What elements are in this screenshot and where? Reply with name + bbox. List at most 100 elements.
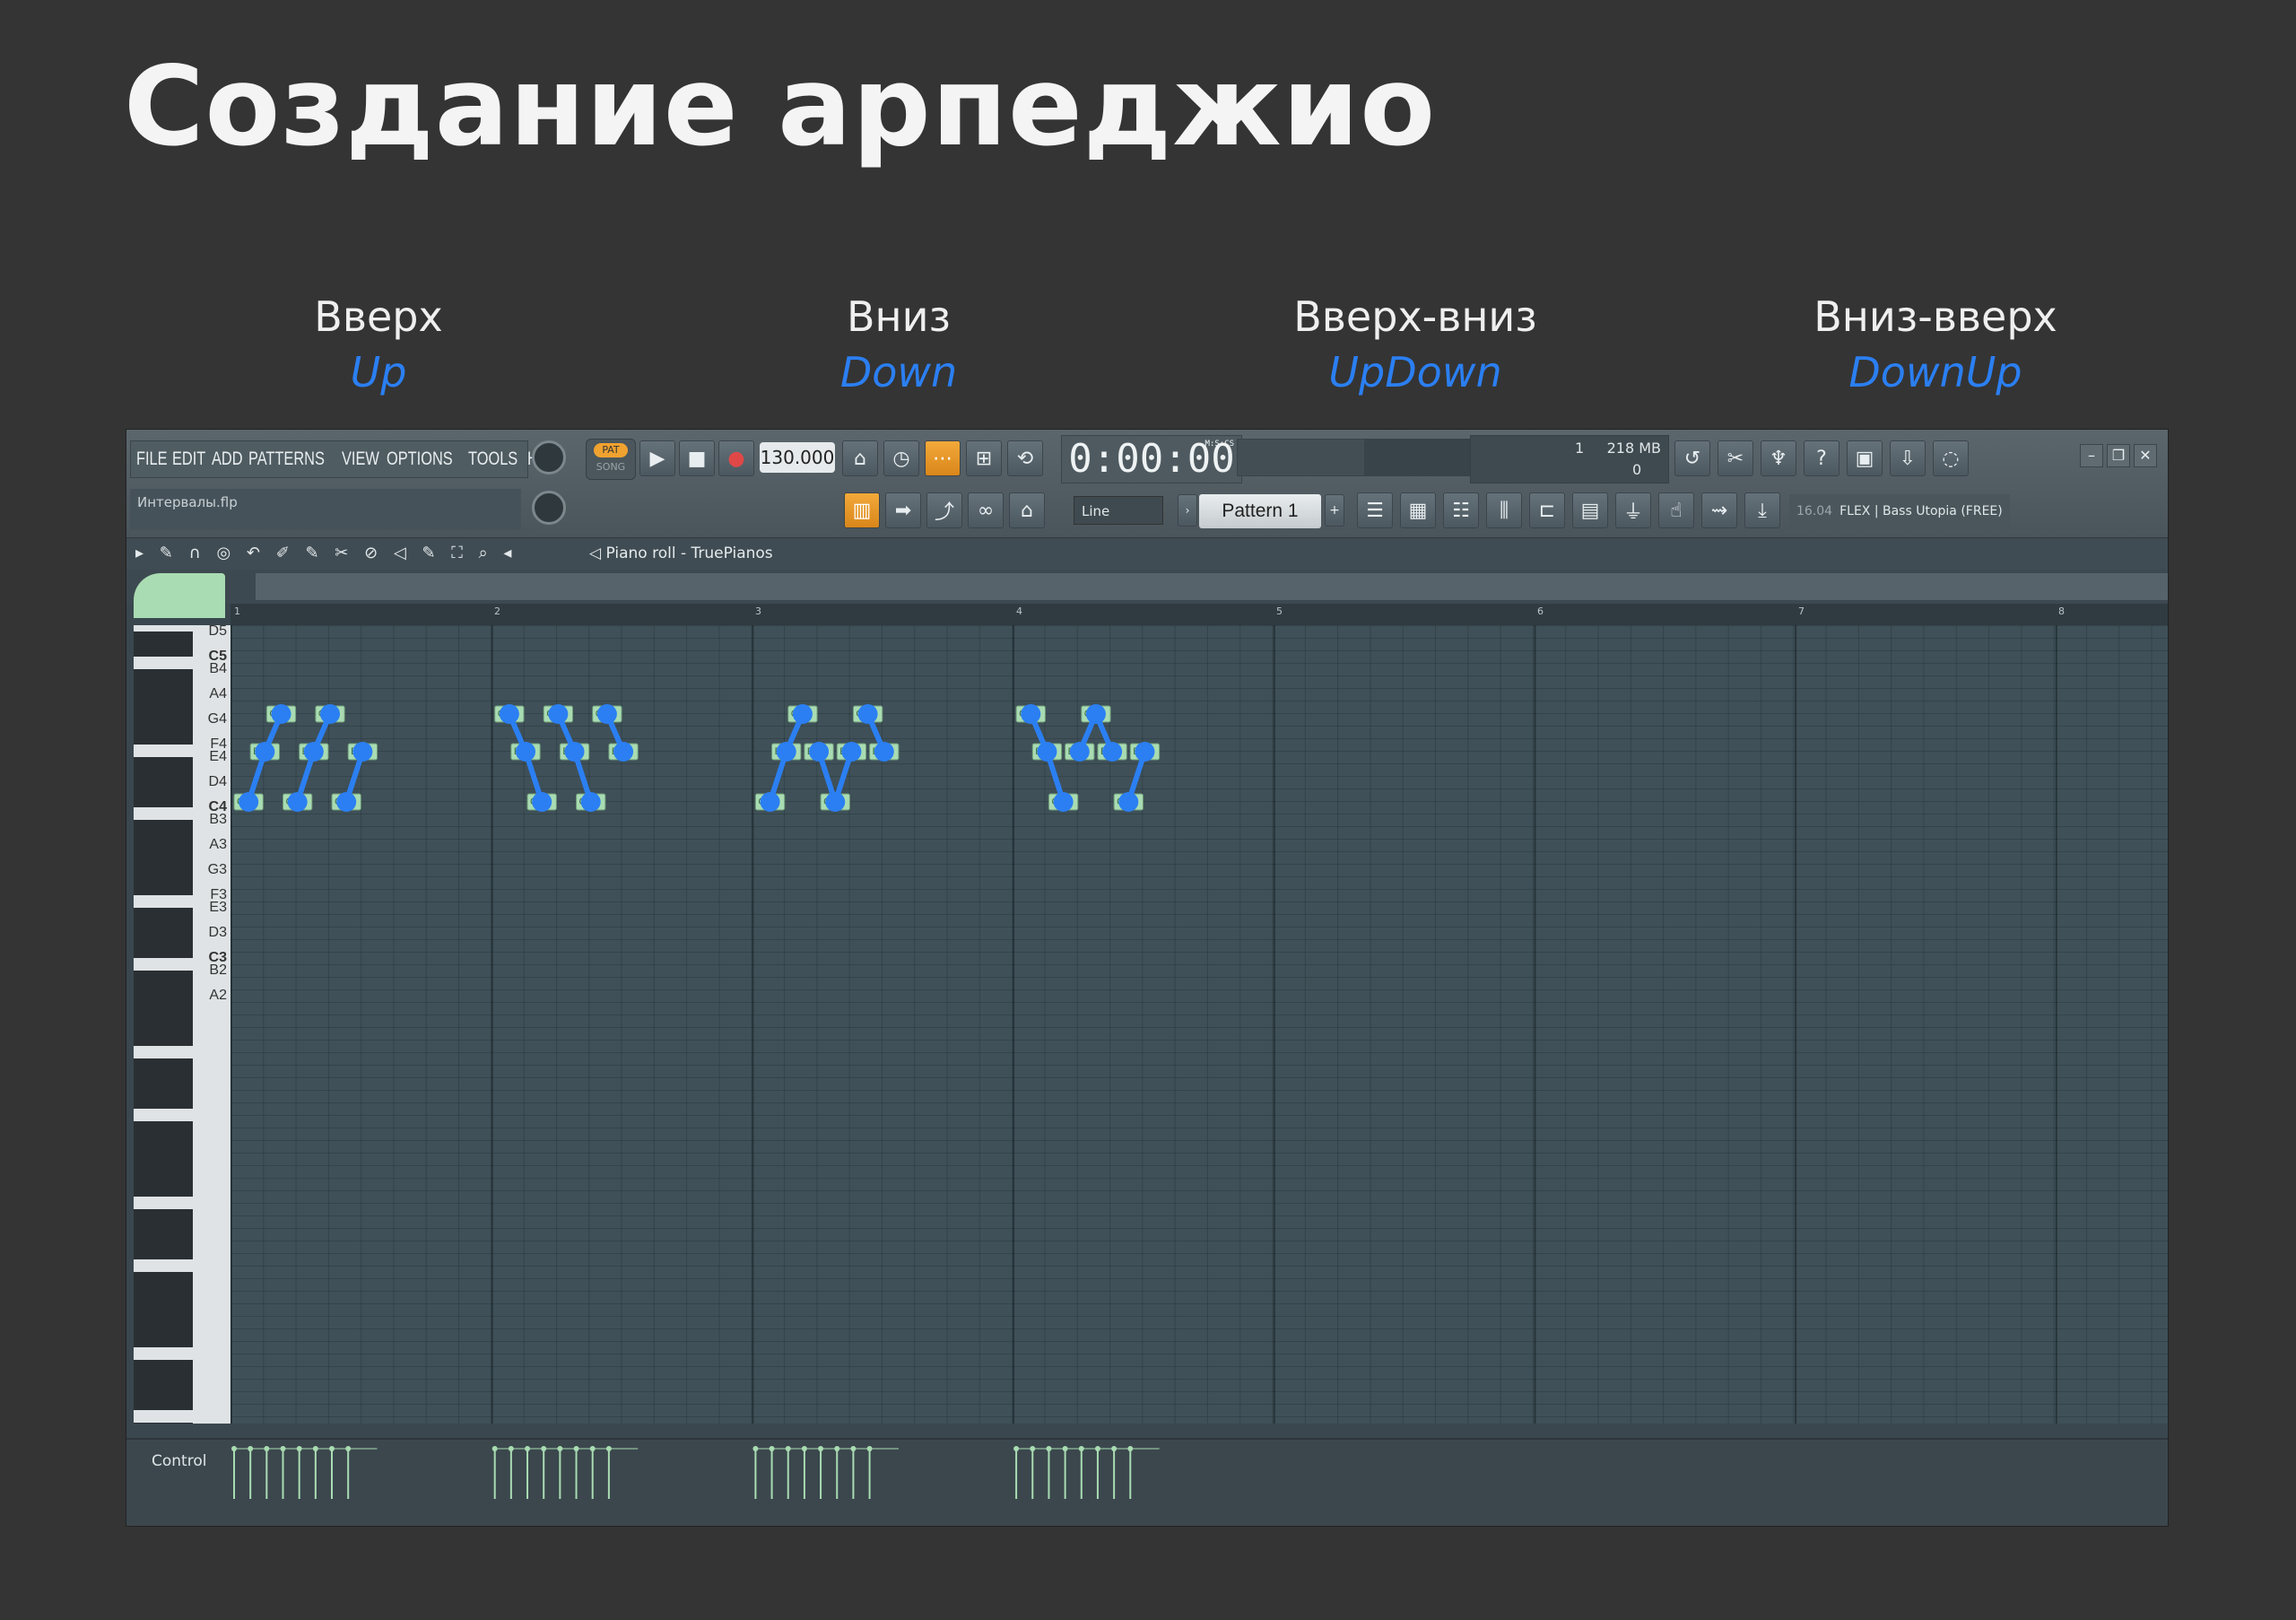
- black-key[interactable]: [134, 1021, 193, 1046]
- black-key[interactable]: [134, 971, 193, 996]
- playlist-button[interactable]: ☰: [1357, 492, 1393, 528]
- bar-number: 2: [494, 605, 500, 617]
- piano-keyboard[interactable]: D5 C5 B4 A4 G4 F4 E4 D4 C4 B3 A3 G3 F3 E3 D3 C3 B2 A2: [134, 625, 230, 1424]
- pattern-label-updown: Вверх-вниз UpDown: [1191, 289, 1639, 400]
- browser-icon: ⊏: [1538, 499, 1556, 522]
- plus-icon: +: [1329, 503, 1340, 518]
- black-key[interactable]: [134, 870, 193, 895]
- menu-view[interactable]: VIEW: [342, 449, 379, 470]
- undo-history-button[interactable]: ↺: [1674, 440, 1710, 476]
- black-key[interactable]: [134, 996, 193, 1021]
- piano-roll-title-text: Piano roll - TruePianos: [605, 544, 773, 562]
- black-key[interactable]: [134, 1084, 193, 1109]
- black-key[interactable]: [134, 631, 193, 657]
- black-key[interactable]: [134, 1385, 193, 1410]
- audio-input-button[interactable]: ♆: [1761, 440, 1796, 476]
- browser-button[interactable]: ⊏: [1529, 492, 1565, 528]
- black-key[interactable]: [134, 845, 193, 870]
- black-key[interactable]: [134, 908, 193, 933]
- menu-add[interactable]: ADD: [212, 449, 243, 470]
- black-key[interactable]: [134, 694, 193, 719]
- record-button[interactable]: ●: [718, 440, 754, 476]
- link-icon: ∞: [977, 499, 995, 522]
- loop-record-button[interactable]: ⟲: [1007, 440, 1043, 476]
- tempo-display[interactable]: 130.000: [760, 442, 835, 473]
- pattern-select[interactable]: Pattern 1: [1199, 494, 1321, 528]
- cut-button[interactable]: ✂: [1718, 440, 1753, 476]
- overview-strip: [256, 573, 2168, 600]
- velocity-panel[interactable]: Control: [126, 1438, 2168, 1526]
- menu-file[interactable]: FILE: [136, 449, 168, 470]
- black-key[interactable]: [134, 820, 193, 845]
- black-key[interactable]: [134, 1171, 193, 1197]
- typing-keyboard-button[interactable]: ⌂: [1009, 492, 1045, 528]
- playlist-icon: ☰: [1366, 499, 1384, 522]
- snap-mode-select[interactable]: Line: [1074, 496, 1163, 525]
- close-button[interactable]: ✕: [2134, 444, 2157, 467]
- midi-button[interactable]: ⇝: [1701, 492, 1737, 528]
- black-key[interactable]: [134, 1297, 193, 1322]
- key-label: D3: [208, 925, 227, 940]
- chat-button[interactable]: ◌: [1933, 440, 1969, 476]
- piano-roll-icon: ▦: [1408, 499, 1428, 522]
- black-key[interactable]: [134, 933, 193, 958]
- black-key[interactable]: [134, 1209, 193, 1234]
- note-grid[interactable]: [230, 625, 2168, 1424]
- black-key[interactable]: [134, 1234, 193, 1259]
- stop-button[interactable]: ■: [679, 440, 715, 476]
- render-button[interactable]: ⇩: [1890, 440, 1926, 476]
- plugin-database-button[interactable]: ▤: [1572, 492, 1608, 528]
- key-label: B4: [209, 661, 227, 676]
- help-button[interactable]: ?: [1804, 440, 1839, 476]
- play-button[interactable]: ▶: [639, 440, 675, 476]
- menu-options[interactable]: OPTIONS: [387, 449, 453, 470]
- countdown-button[interactable]: ⋯: [925, 440, 961, 476]
- black-key[interactable]: [134, 782, 193, 807]
- pattern-name-en: Down: [839, 348, 958, 396]
- mixer-button[interactable]: ⫼: [1486, 492, 1522, 528]
- add-pattern-button[interactable]: +: [1325, 494, 1344, 527]
- link-button[interactable]: ∞: [968, 492, 1004, 528]
- step-edit-button[interactable]: ⊞: [966, 440, 1002, 476]
- plugin-picker-button[interactable]: ⏚: [1615, 492, 1651, 528]
- restore-button[interactable]: ❐: [2107, 444, 2130, 467]
- piano-roll-corner-tab[interactable]: [134, 573, 225, 618]
- piano-roll-view-button[interactable]: ▥: [844, 492, 880, 528]
- black-key[interactable]: [134, 1423, 193, 1424]
- master-pitch-knob[interactable]: [532, 491, 566, 525]
- pat-label: PAT: [594, 443, 628, 457]
- pattern-prev-button[interactable]: ›: [1178, 494, 1197, 527]
- black-key[interactable]: [134, 1058, 193, 1084]
- metronome-button[interactable]: ⌂: [842, 440, 878, 476]
- wait-input-button[interactable]: ◷: [883, 440, 919, 476]
- polyphony-value: 0: [1632, 461, 1642, 478]
- black-key[interactable]: [134, 1121, 193, 1146]
- time-ruler[interactable]: 1 2 3 4 5 6 7 8: [230, 604, 2168, 625]
- master-volume-knob[interactable]: [532, 440, 566, 475]
- save-button[interactable]: ▣: [1847, 440, 1883, 476]
- minimize-button[interactable]: –: [2080, 444, 2103, 467]
- pat-song-switch[interactable]: PAT SONG: [586, 439, 636, 480]
- black-key[interactable]: [134, 719, 193, 745]
- menu-edit[interactable]: EDIT: [172, 449, 205, 470]
- pattern-overview[interactable]: [126, 570, 2168, 604]
- black-key[interactable]: [134, 1322, 193, 1347]
- piano-roll-button[interactable]: ▦: [1400, 492, 1436, 528]
- arrow-tool-button[interactable]: ➡: [885, 492, 921, 528]
- download-button[interactable]: ⤓: [1744, 492, 1780, 528]
- key-label: A2: [209, 988, 227, 1003]
- bar-number: 5: [1276, 605, 1283, 617]
- slide-tool-button[interactable]: ⤴: [926, 492, 962, 528]
- black-key[interactable]: [134, 1360, 193, 1385]
- bar-number: 7: [1798, 605, 1805, 617]
- menu-patterns[interactable]: PATTERNS: [248, 449, 325, 470]
- black-key[interactable]: [134, 757, 193, 782]
- black-key[interactable]: [134, 1146, 193, 1171]
- black-key[interactable]: [134, 1272, 193, 1297]
- piano-roll-tools[interactable]: ▸ ✎ ∩ ◎ ↶ ✐ ✎ ✂ ⊘ ◁ ✎ ⛶ ⌕ ◂: [135, 544, 517, 562]
- stop-icon: ■: [687, 447, 707, 470]
- black-key[interactable]: [134, 669, 193, 694]
- channel-rack-button[interactable]: ☷: [1443, 492, 1479, 528]
- menu-tools[interactable]: TOOLS: [468, 449, 517, 470]
- touch-controller-button[interactable]: ☝: [1658, 492, 1694, 528]
